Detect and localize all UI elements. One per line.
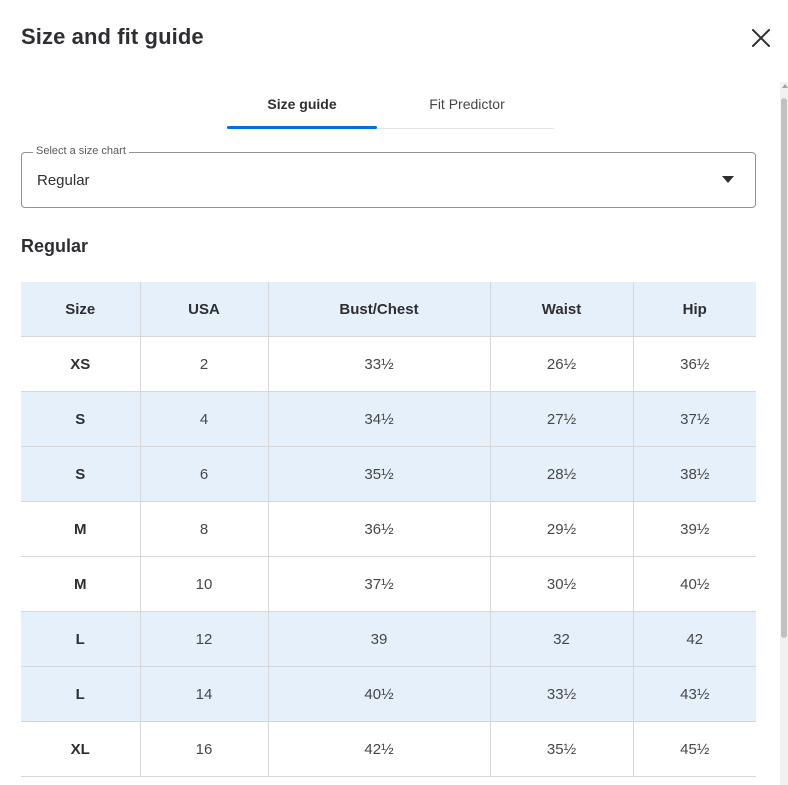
cell-usa: 6 (140, 446, 269, 502)
column-header-bust-chest: Bust/Chest (268, 282, 491, 337)
table-row: L 12 39 32 42 (21, 611, 756, 667)
table-header-row: Size USA Bust/Chest Waist Hip (21, 282, 756, 337)
tab-label: Fit Predictor (429, 96, 505, 112)
select-label: Select a size chart (33, 145, 129, 157)
cell-size: S (21, 391, 141, 447)
cell-waist: 33½ (490, 666, 634, 722)
cell-size: L (21, 666, 141, 722)
cell-waist: 27½ (490, 391, 634, 447)
cell-usa: 8 (140, 501, 269, 557)
cell-bust-chest: 36½ (268, 501, 491, 557)
table-row: S 4 34½ 27½ 37½ (21, 391, 756, 447)
cell-bust-chest: 34½ (268, 391, 491, 447)
cell-usa: 4 (140, 391, 269, 447)
tab-fit-predictor[interactable]: Fit Predictor (392, 86, 542, 128)
cell-usa: 14 (140, 666, 269, 722)
table-row: XL 16 42½ 35½ 45½ (21, 721, 756, 777)
column-header-hip: Hip (633, 282, 756, 337)
table-row: S 6 35½ 28½ 38½ (21, 446, 756, 502)
modal-title: Size and fit guide (21, 24, 204, 49)
cell-size: XS (21, 336, 141, 392)
column-header-waist: Waist (490, 282, 634, 337)
cell-hip: 40½ (633, 556, 756, 612)
cell-bust-chest: 35½ (268, 446, 491, 502)
close-button[interactable] (749, 26, 773, 50)
size-table: Size USA Bust/Chest Waist Hip XS 2 33½ 26½ 3… (21, 282, 756, 777)
cell-usa: 12 (140, 611, 269, 667)
cell-size: M (21, 556, 141, 612)
cell-hip: 36½ (633, 336, 756, 392)
cell-waist: 35½ (490, 721, 634, 777)
cell-bust-chest: 42½ (268, 721, 491, 777)
cell-bust-chest: 39 (268, 611, 491, 667)
table-row: M 8 36½ 29½ 39½ (21, 501, 756, 557)
cell-bust-chest: 40½ (268, 666, 491, 722)
cell-hip: 42 (633, 611, 756, 667)
cell-waist: 26½ (490, 336, 634, 392)
cell-usa: 16 (140, 721, 269, 777)
cell-waist: 32 (490, 611, 634, 667)
table-row: M 10 37½ 30½ 40½ (21, 556, 756, 612)
caret-down-icon (722, 176, 734, 183)
table-row: XS 2 33½ 26½ 36½ (21, 336, 756, 392)
select-value: Regular (37, 172, 90, 189)
table-body: XS 2 33½ 26½ 36½ S 4 34½ 27½ 37½ S 6 35½ 28½ 38½ M 8 36½ 2… (21, 336, 756, 777)
scroll-up-arrow-icon[interactable] (782, 84, 788, 88)
size-chart-select[interactable]: Select a size chart Regular (21, 145, 756, 208)
section-heading: Regular (21, 236, 89, 256)
cell-bust-chest: 33½ (268, 336, 491, 392)
close-icon (752, 29, 770, 47)
table-row: L 14 40½ 33½ 43½ (21, 666, 756, 722)
cell-size: XL (21, 721, 141, 777)
cell-usa: 10 (140, 556, 269, 612)
cell-hip: 45½ (633, 721, 756, 777)
column-header-size: Size (21, 282, 141, 337)
column-header-usa: USA (140, 282, 269, 337)
cell-size: L (21, 611, 141, 667)
cell-hip: 38½ (633, 446, 756, 502)
cell-size: S (21, 446, 141, 502)
size-table-container: Size USA Bust/Chest Waist Hip XS 2 33½ 26½ 3… (21, 282, 756, 785)
scrollbar-thumb[interactable] (781, 98, 787, 638)
cell-bust-chest: 37½ (268, 556, 491, 612)
cell-waist: 30½ (490, 556, 634, 612)
cell-hip: 37½ (633, 391, 756, 447)
tab-bar: Size guide Fit Predictor (227, 86, 554, 129)
tab-label: Size guide (267, 96, 337, 112)
cell-size: M (21, 501, 141, 557)
cell-waist: 28½ (490, 446, 634, 502)
cell-usa: 2 (140, 336, 269, 392)
tab-size-guide[interactable]: Size guide (227, 86, 377, 129)
cell-hip: 43½ (633, 666, 756, 722)
cell-hip: 39½ (633, 501, 756, 557)
cell-waist: 29½ (490, 501, 634, 557)
